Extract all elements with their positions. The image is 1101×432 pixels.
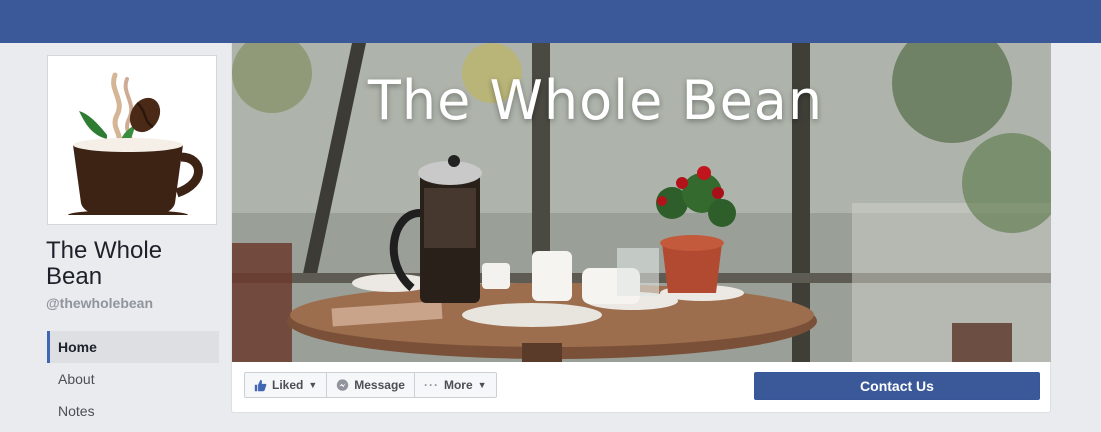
page-action-bar: Liked ▼ Message ··· More ▼ (244, 372, 497, 398)
chevron-down-icon: ▼ (308, 380, 318, 390)
message-label: Message (354, 378, 405, 392)
chevron-down-icon: ▼ (477, 380, 487, 390)
liked-label: Liked (272, 378, 304, 392)
sidebar-item-home[interactable]: Home (47, 331, 219, 363)
thumbs-up-icon (254, 379, 267, 392)
cover-photo[interactable]: The Whole Bean (232, 43, 1051, 362)
page-sidebar-nav: Home About Notes (47, 331, 219, 427)
sidebar-item-about[interactable]: About (47, 363, 219, 395)
coffee-cup-logo-icon (68, 72, 203, 215)
sidebar-item-notes[interactable]: Notes (47, 395, 219, 427)
contact-us-button[interactable]: Contact Us (754, 372, 1040, 400)
more-button[interactable]: ··· More ▼ (413, 372, 497, 398)
message-button[interactable]: Message (326, 372, 415, 398)
more-label: More (443, 378, 473, 392)
liked-button[interactable]: Liked ▼ (244, 372, 328, 398)
page-handle[interactable]: @thewholebean (46, 295, 153, 311)
cover-title: The Whole Bean (367, 69, 824, 132)
top-navigation-bar (0, 0, 1101, 43)
ellipsis-icon: ··· (423, 378, 439, 392)
messenger-icon (336, 378, 349, 392)
page-title: The Whole Bean (46, 237, 163, 290)
page-header-card: The Whole Bean Liked ▼ Message ··· More … (231, 43, 1051, 413)
profile-picture[interactable] (47, 55, 217, 225)
